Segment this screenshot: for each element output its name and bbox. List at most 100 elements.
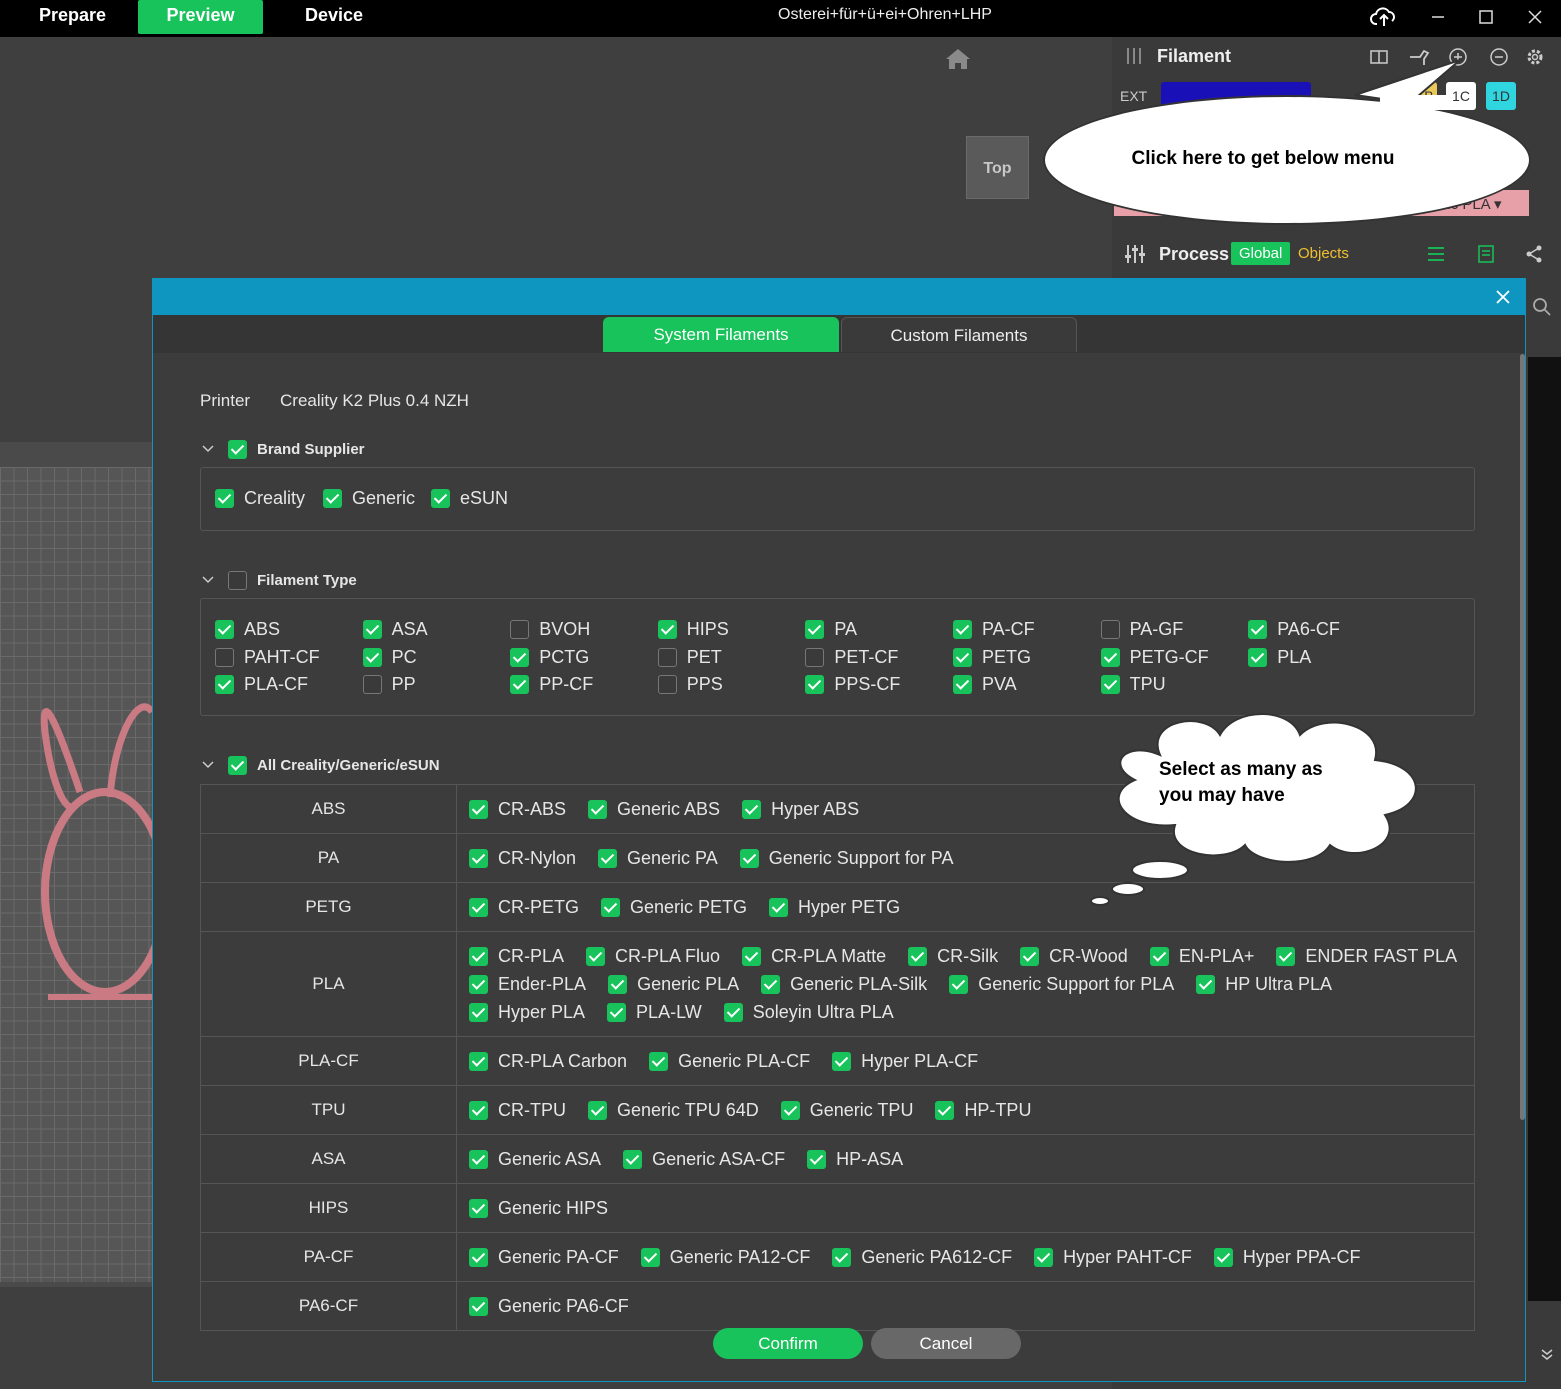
checkbox-checked[interactable] [1100, 647, 1120, 667]
filament-item[interactable]: CR-PETG [469, 896, 579, 918]
checkbox-checked[interactable] [588, 799, 608, 819]
chevron-down-icon[interactable] [1540, 1347, 1554, 1366]
slot-1d[interactable]: 1D [1486, 82, 1516, 110]
filament-item[interactable]: CR-Silk [908, 945, 998, 967]
global-toggle[interactable]: Global [1231, 242, 1291, 265]
checkbox-checked[interactable] [469, 848, 488, 868]
confirm-button[interactable]: Confirm [713, 1328, 863, 1359]
filament-type-item[interactable]: PPS-CF [805, 674, 900, 695]
tab-custom-filaments[interactable]: Custom Filaments [841, 317, 1077, 352]
checkbox-checked[interactable] [1196, 974, 1216, 994]
filament-item[interactable]: Generic Support for PA [739, 847, 953, 869]
checkbox-checked[interactable] [469, 1247, 488, 1267]
filament-type-item[interactable]: PLA-CF [215, 674, 308, 695]
search-icon[interactable] [1532, 297, 1552, 322]
checkbox-unchecked[interactable] [657, 675, 677, 694]
checkbox-unchecked[interactable] [805, 647, 825, 667]
filament-type-item[interactable]: PLA [1248, 647, 1311, 668]
filament-item[interactable]: Generic Support for PLA [949, 973, 1174, 995]
filament-item[interactable]: Hyper PPA-CF [1213, 1246, 1361, 1268]
filament-type-item[interactable]: PA-GF [1100, 619, 1183, 640]
checkbox-checked[interactable] [469, 1198, 488, 1218]
brand-item[interactable]: eSUN [431, 488, 508, 509]
checkbox-checked[interactable] [649, 1051, 669, 1071]
checkbox-checked[interactable] [469, 1149, 488, 1169]
checkbox-checked[interactable] [1248, 620, 1268, 639]
checkbox-checked[interactable] [469, 799, 488, 819]
checkbox-checked[interactable] [742, 799, 762, 819]
filament-item[interactable]: Generic PA6-CF [469, 1295, 629, 1317]
chevron-down-icon[interactable] [198, 755, 218, 775]
filament-item[interactable]: Hyper PAHT-CF [1034, 1246, 1192, 1268]
checkbox-checked[interactable] [469, 1296, 488, 1316]
checkbox-checked[interactable] [935, 1100, 955, 1120]
filament-item[interactable]: EN-PLA+ [1149, 945, 1254, 967]
filament-type-header[interactable]: Filament Type [198, 570, 357, 590]
checkbox-checked[interactable] [1100, 675, 1120, 694]
filament-item[interactable]: Generic TPU 64D [588, 1099, 759, 1121]
checkbox-checked[interactable] [469, 974, 488, 994]
filament-item[interactable]: Hyper PLA-CF [832, 1050, 978, 1072]
filament-item[interactable]: CR-PLA Carbon [469, 1050, 627, 1072]
process-list-icon[interactable] [1477, 244, 1495, 269]
checkbox-unchecked[interactable] [510, 620, 530, 639]
filament-item[interactable]: HP-TPU [935, 1099, 1031, 1121]
dialog-scrollbar[interactable] [1520, 354, 1525, 1120]
filament-item[interactable]: Hyper PLA [469, 1001, 585, 1023]
filament-item[interactable]: Hyper PETG [769, 896, 900, 918]
filament-item[interactable]: Soleyin Ultra PLA [723, 1001, 894, 1023]
remove-filament-icon[interactable] [1489, 47, 1509, 72]
filament-type-item[interactable]: PCTG [510, 647, 589, 668]
filament-type-item[interactable]: PA-CF [953, 619, 1035, 640]
checkbox-checked[interactable] [761, 974, 781, 994]
checkbox-checked[interactable] [586, 946, 606, 966]
checkbox-checked[interactable] [1213, 1247, 1233, 1267]
filament-type-item[interactable]: PET [657, 647, 722, 668]
filament-type-item[interactable]: PPS [657, 674, 723, 695]
cloud-upload-icon[interactable] [1369, 4, 1399, 30]
checkbox-unchecked[interactable] [215, 647, 234, 667]
filament-item[interactable]: Generic PLA-Silk [761, 973, 927, 995]
filament-type-item[interactable]: HIPS [657, 619, 729, 640]
filament-type-item[interactable]: PP-CF [510, 674, 593, 695]
checkbox-checked[interactable] [469, 1051, 488, 1071]
tab-system-filaments[interactable]: System Filaments [603, 317, 839, 352]
filament-item[interactable]: Generic PA12-CF [640, 1246, 810, 1268]
filament-type-item[interactable]: PAHT-CF [215, 647, 320, 668]
filament-item[interactable]: Generic ABS [588, 798, 720, 820]
filament-item[interactable]: Generic PA612-CF [832, 1246, 1012, 1268]
checkbox-checked[interactable] [908, 946, 928, 966]
checkbox-checked[interactable] [832, 1247, 852, 1267]
share-icon[interactable] [1524, 244, 1544, 269]
chevron-down-icon[interactable] [198, 439, 218, 459]
checkbox-checked[interactable] [362, 647, 382, 667]
checkbox-checked[interactable] [805, 620, 825, 639]
checkbox-checked[interactable] [608, 974, 628, 994]
checkbox-checked[interactable] [1149, 946, 1169, 966]
filament-item[interactable]: Generic ASA-CF [623, 1148, 785, 1170]
process-settings-icon[interactable] [1426, 244, 1446, 269]
brand-supplier-header[interactable]: Brand Supplier [198, 439, 365, 459]
checkbox-checked[interactable] [1034, 1247, 1054, 1267]
filament-item[interactable]: Ender-PLA [469, 973, 586, 995]
checkbox-checked[interactable] [215, 675, 234, 694]
checkbox-checked[interactable] [215, 489, 234, 508]
filament-item[interactable]: Generic PLA [608, 973, 739, 995]
filament-type-item[interactable]: BVOH [510, 619, 590, 640]
filament-type-item[interactable]: PVA [953, 674, 1017, 695]
checkbox-checked[interactable] [469, 897, 488, 917]
checkbox-checked[interactable] [805, 675, 825, 694]
filament-item[interactable]: CR-PLA Fluo [586, 945, 720, 967]
home-icon[interactable] [944, 47, 972, 76]
checkbox-unchecked[interactable] [362, 675, 382, 694]
filament-item[interactable]: Generic PETG [601, 896, 747, 918]
checkbox-checked[interactable] [431, 489, 450, 508]
checkbox-unchecked[interactable] [657, 647, 677, 667]
objects-toggle[interactable]: Objects [1298, 245, 1349, 262]
filament-type-item[interactable]: PC [362, 647, 417, 668]
filament-item[interactable]: Hyper ABS [742, 798, 859, 820]
filament-type-item[interactable]: ABS [215, 619, 280, 640]
filament-item[interactable]: Generic ASA [469, 1148, 601, 1170]
cancel-button[interactable]: Cancel [871, 1328, 1021, 1359]
checkbox-checked[interactable] [953, 675, 972, 694]
